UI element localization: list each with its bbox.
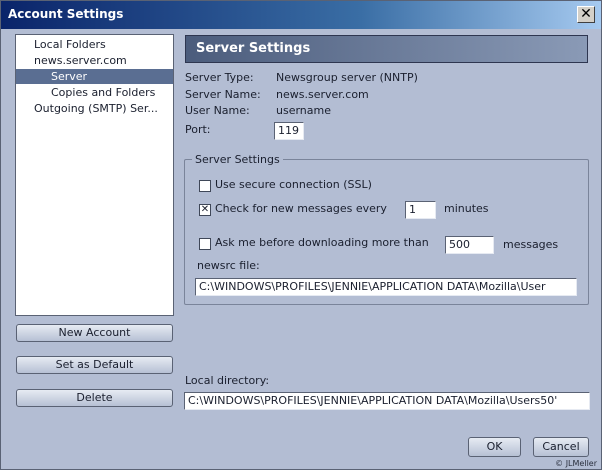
tree-item-outgoing-smtp[interactable]: Outgoing (SMTP) Ser...: [34, 101, 158, 116]
port-label: Port:: [185, 123, 211, 136]
copyright-credit: © JLMeller: [555, 459, 597, 468]
delete-button[interactable]: Delete: [16, 389, 173, 407]
local-directory-label: Local directory:: [185, 374, 270, 387]
tree-item-news-server[interactable]: news.server.com: [34, 53, 127, 68]
newsrc-label: newsrc file:: [197, 259, 260, 272]
newsrc-input[interactable]: C:\WINDOWS\PROFILES\JENNIE\APPLICATION D…: [195, 278, 577, 296]
title-bar[interactable]: Account Settings ✕: [1, 1, 601, 29]
ssl-label: Use secure connection (SSL): [215, 178, 372, 191]
account-settings-window: Account Settings ✕ Local Folders news.se…: [0, 0, 602, 470]
ask-download-label: Ask me before downloading more than: [215, 236, 429, 249]
group-legend: Server Settings: [192, 153, 283, 166]
checkmark-icon: ✕: [200, 204, 210, 215]
tree-item-copies-folders[interactable]: Copies and Folders: [51, 85, 155, 100]
check-messages-checkbox[interactable]: ✕: [199, 204, 211, 216]
server-type-value: Newsgroup server (NNTP): [276, 71, 418, 84]
panel-header: Server Settings: [185, 35, 588, 63]
new-account-button[interactable]: New Account: [16, 324, 173, 342]
set-as-default-button[interactable]: Set as Default: [16, 356, 173, 374]
server-name-label: Server Name:: [185, 88, 261, 101]
server-type-label: Server Type:: [185, 71, 254, 84]
user-name-label: User Name:: [185, 104, 250, 117]
window-title: Account Settings: [8, 7, 124, 21]
port-input[interactable]: 119: [274, 122, 304, 140]
close-icon: ✕: [580, 6, 592, 22]
cancel-button[interactable]: Cancel: [533, 437, 589, 457]
local-directory-input[interactable]: C:\WINDOWS\PROFILES\JENNIE\APPLICATION D…: [184, 392, 590, 410]
account-tree[interactable]: Local Folders news.server.com Server Cop…: [15, 34, 174, 316]
server-name-value: news.server.com: [276, 88, 369, 101]
check-interval-input[interactable]: 1: [405, 201, 436, 219]
ask-download-checkbox[interactable]: [199, 238, 211, 250]
ssl-checkbox[interactable]: [199, 180, 211, 192]
ok-button[interactable]: OK: [468, 437, 521, 457]
tree-item-local-folders[interactable]: Local Folders: [34, 37, 106, 52]
close-button[interactable]: ✕: [577, 6, 595, 23]
check-messages-label: Check for new messages every: [215, 202, 387, 215]
tree-item-server[interactable]: Server: [16, 69, 173, 84]
user-name-value: username: [276, 104, 331, 117]
ask-download-input[interactable]: 500: [445, 236, 494, 254]
minutes-label: minutes: [444, 202, 489, 215]
messages-label: messages: [503, 238, 559, 251]
